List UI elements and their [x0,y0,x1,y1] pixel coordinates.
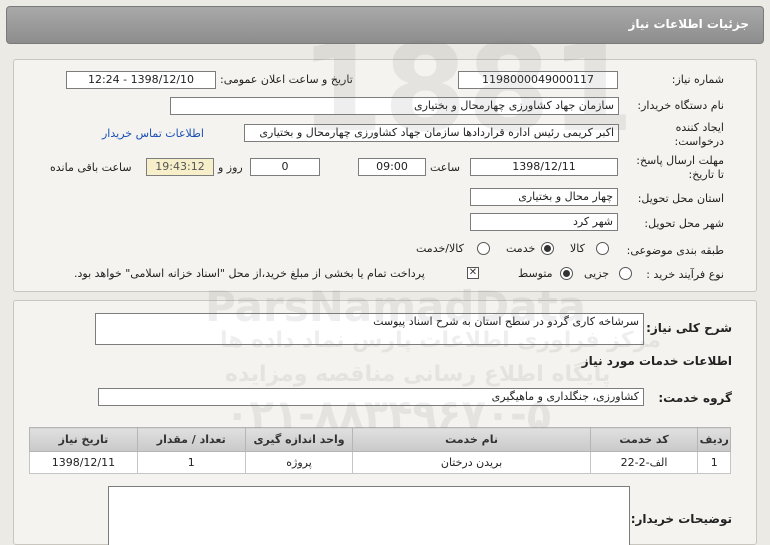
process-radio-minor[interactable] [619,267,632,280]
announce-label: تاریخ و ساعت اعلان عمومی: [220,73,353,86]
services-section-title: اطلاعات خدمات مورد نیاز [581,354,732,368]
city-label: شهر محل تحویل: [644,217,724,230]
services-table: ردیف کد خدمت نام خدمت واحد اندازه گیری ت… [29,427,731,474]
payment-note: پرداخت تمام یا بخشی از مبلغ خرید،از محل … [74,267,425,280]
days-label: روز و [218,161,243,174]
table-row: 1 الف-2-22 بریدن درختان پروژه 1 1398/12/… [29,451,731,474]
buyer-org-label: نام دستگاه خریدار: [637,99,724,112]
col-unit: واحد اندازه گیری [244,427,354,452]
cell-service-name: بریدن درختان [352,451,591,474]
category-option-goods: کالا [570,242,585,255]
col-row-number: ردیف [697,427,731,452]
category-label: طبقه بندی موضوعی: [626,244,724,257]
cell-quantity: 1 [136,451,246,474]
city-field: شهر کرد [470,213,618,231]
cell-service-code: الف-2-22 [589,451,699,474]
col-service-code: کد خدمت [589,427,699,452]
page-title-bar: جزئیات اطلاعات نیاز [6,6,764,44]
remaining-label: ساعت باقی مانده [50,161,132,174]
service-group-label: گروه خدمت: [658,391,732,405]
days-field: 0 [250,158,320,176]
process-option-minor: جزیی [584,267,610,280]
category-radio-goods[interactable] [596,242,609,255]
col-quantity: تعداد / مقدار [136,427,246,452]
category-option-service: خدمت [506,242,536,255]
cell-need-date: 1398/12/11 [29,451,138,474]
service-group-field: کشاورزی، جنگلداری و ماهیگیری [98,388,644,406]
process-radio-medium[interactable] [560,267,573,280]
cell-row-number: 1 [697,451,731,474]
category-option-goods-service: کالا/خدمت [416,242,464,255]
process-option-medium: متوسط [518,267,553,280]
deadline-date-field: 1398/12/11 [470,158,618,176]
remaining-time-field: 19:43:12 [146,158,214,176]
contact-buyer-link[interactable]: اطلاعات تماس خریدار [102,127,204,140]
creator-label: ایجاد کننده درخواست: [634,121,724,149]
category-radio-goods-service[interactable] [477,242,490,255]
province-field: چهار محال و بختیاری [470,188,618,206]
deadline-label: مهلت ارسال پاسخ: تا تاریخ: [634,154,724,182]
deadline-time-label: ساعت [430,161,460,174]
deadline-label-text: مهلت ارسال پاسخ: تا تاریخ: [636,154,724,181]
need-number-label: شماره نیاز: [671,73,724,86]
province-label: استان محل تحویل: [637,192,724,205]
buyer-notes-field [108,486,630,545]
need-description-field: سرشاخه کاری گردو در سطح استان به شرح اسن… [95,313,644,345]
creator-label-text: ایجاد کننده درخواست: [674,121,724,148]
table-header-row: ردیف کد خدمت نام خدمت واحد اندازه گیری ت… [29,427,731,452]
page-title: جزئیات اطلاعات نیاز [628,17,749,31]
category-radio-service[interactable] [541,242,554,255]
buyer-org-field: سازمان جهاد کشاورزی چهارمحال و بختیاری [170,97,619,115]
need-description-label: شرح کلی نیاز: [646,321,732,335]
creator-field: اکبر کریمی رئیس اداره قراردادها سازمان ج… [244,124,619,142]
buyer-notes-label: توضیحات خریدار: [630,512,732,526]
col-need-date: تاریخ نیاز [29,427,138,452]
cell-unit: پروژه [244,451,354,474]
need-number-field: 1198000049000117 [458,71,618,89]
col-service-name: نام خدمت [352,427,591,452]
deadline-time-field: 09:00 [358,158,426,176]
treasury-payment-checkbox[interactable]: ✕ [467,267,479,279]
announce-field: 1398/12/10 - 12:24 [66,71,216,89]
process-label: نوع فرآیند خرید : [646,268,724,281]
